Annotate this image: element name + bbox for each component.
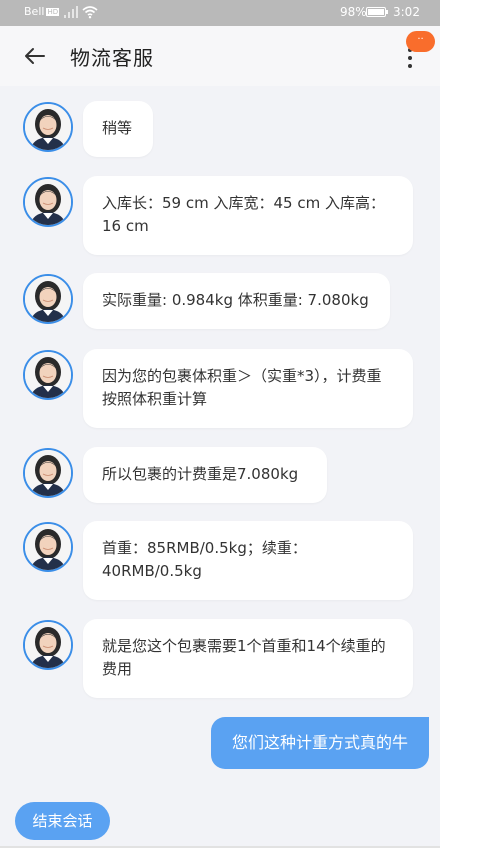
agent-message-bubble: 就是您这个包裹需要1个首重和14个续重的费用 [83, 619, 413, 698]
agent-message-bubble: 实际重量: 0.984kg 体积重量: 7.080kg [83, 273, 390, 329]
agent-avatar[interactable] [23, 350, 73, 400]
agent-avatar[interactable] [23, 620, 73, 670]
agent-avatar[interactable] [23, 102, 73, 152]
user-message-bubble: 您们这种计重方式真的牛 [211, 717, 429, 769]
signal-icon [64, 6, 78, 18]
status-bar: Bell HD 98% 3:02 [0, 0, 440, 26]
chat-app: Bell HD 98% 3:02 物流客服 ·· 稍等 入库长：59 cm 入库… [0, 0, 440, 848]
agent-message-bubble: 因为您的包裹体积重＞（实重*3），计费重按照体积重计算 [83, 349, 413, 428]
notification-badge[interactable]: ·· [406, 31, 435, 52]
carrier-label: Bell HD [24, 5, 60, 18]
back-arrow-icon[interactable] [20, 42, 48, 70]
chat-header: 物流客服 [0, 26, 440, 86]
hd-badge: HD [46, 8, 60, 16]
page-title: 物流客服 [70, 46, 154, 70]
agent-avatar[interactable] [23, 177, 73, 227]
battery-percent: 98% [340, 5, 367, 19]
agent-message-bubble: 入库长：59 cm 入库宽：45 cm 入库高：16 cm [83, 176, 413, 255]
agent-avatar[interactable] [23, 522, 73, 572]
wifi-icon [82, 6, 98, 19]
end-session-button[interactable]: 结束会话 [15, 802, 110, 840]
agent-avatar[interactable] [23, 274, 73, 324]
agent-message-bubble: 所以包裹的计费重是7.080kg [83, 447, 327, 503]
agent-message-bubble: 稍等 [83, 101, 153, 157]
agent-avatar[interactable] [23, 448, 73, 498]
status-time: 3:02 [393, 5, 420, 19]
agent-message-bubble: 首重：85RMB/0.5kg；续重：40RMB/0.5kg [83, 521, 413, 600]
battery-icon [366, 7, 388, 17]
battery-fill [368, 9, 384, 15]
